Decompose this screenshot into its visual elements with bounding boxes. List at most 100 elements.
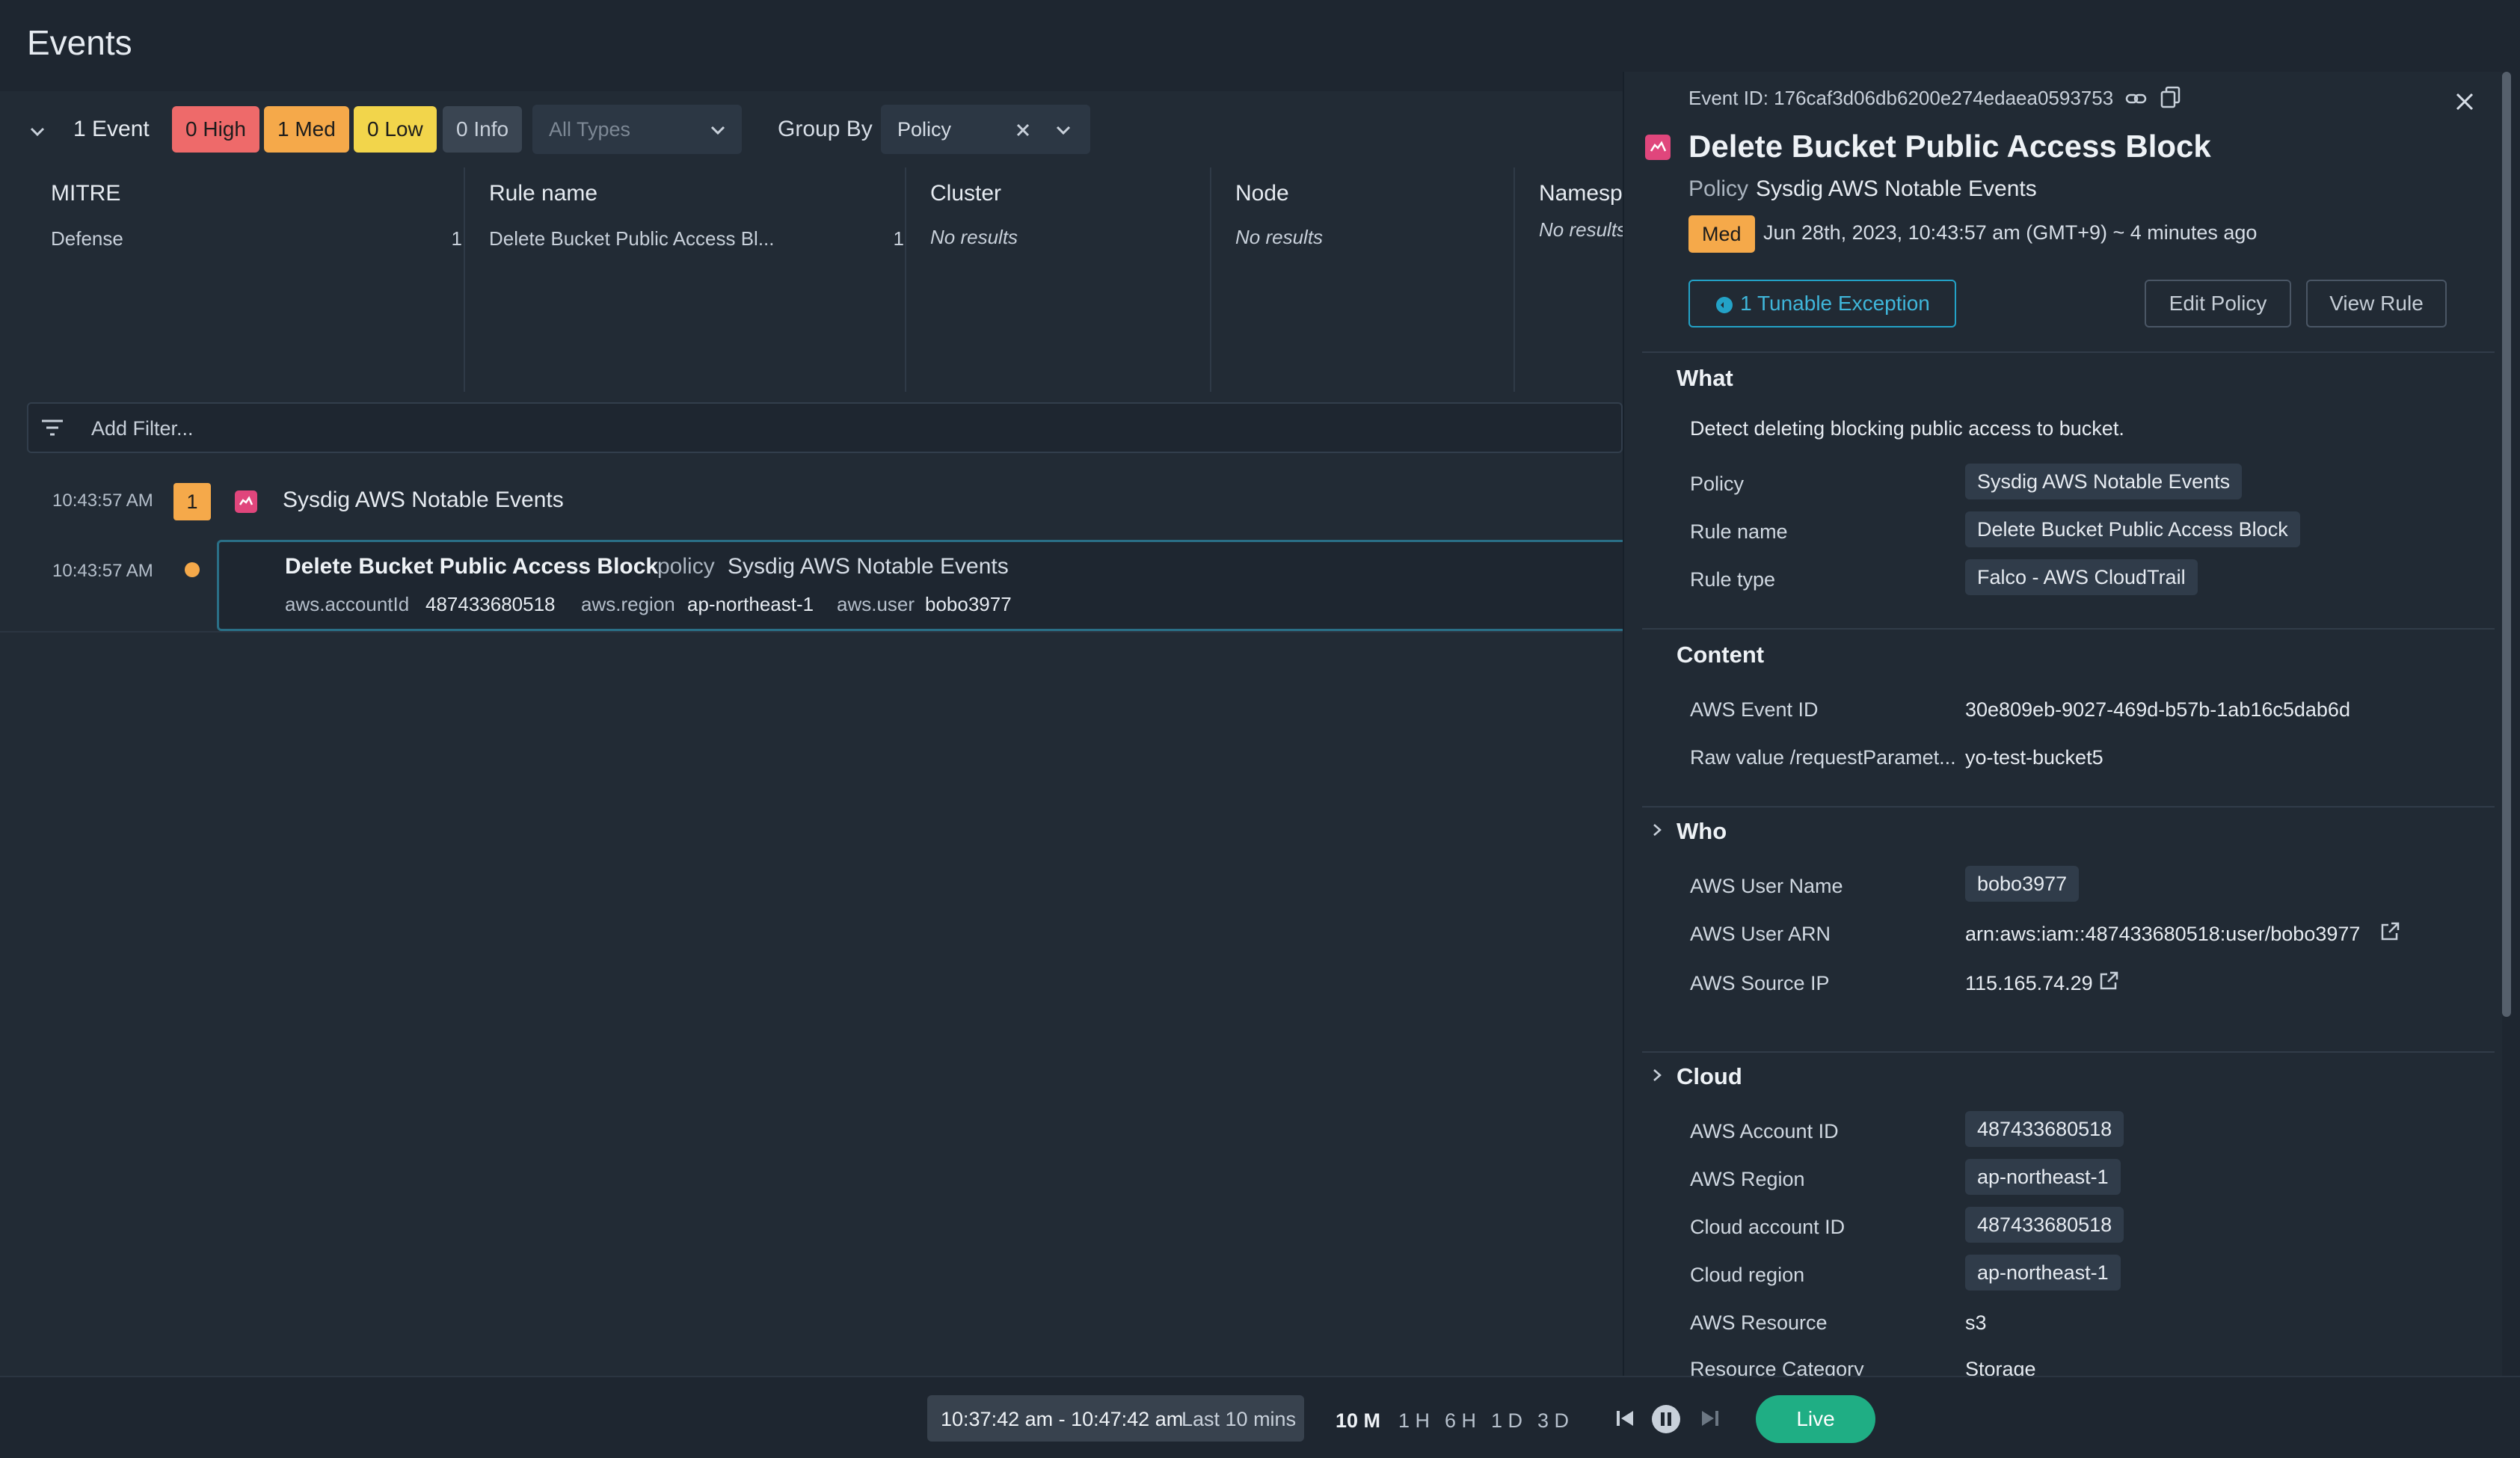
event-group-row[interactable]: 10:43:57 AM 1 Sysdig AWS Notable Events <box>0 471 1623 529</box>
section-who-title[interactable]: Who <box>1677 818 1727 845</box>
detail-label: AWS User Name <box>1690 875 1843 897</box>
copy-icon[interactable] <box>2160 85 2182 109</box>
live-button[interactable]: Live <box>1756 1395 1875 1443</box>
section-cloud-title[interactable]: Cloud <box>1677 1063 1742 1090</box>
pause-icon[interactable] <box>1651 1404 1681 1434</box>
column-title: Namesp <box>1539 181 1623 206</box>
column-divider <box>905 167 906 392</box>
column-divider <box>464 167 465 392</box>
chevron-down-icon[interactable] <box>1054 121 1072 139</box>
column-divider <box>1210 167 1211 392</box>
group-column-cluster: Cluster No results <box>930 181 1214 248</box>
detail-label: AWS Region <box>1690 1168 1805 1190</box>
drawer-policy-label: Policy <box>1688 176 1749 201</box>
view-rule-button[interactable]: View Rule <box>2306 280 2447 327</box>
type-filter-dropdown[interactable]: All Types <box>532 105 742 154</box>
section-divider <box>1642 1051 2495 1053</box>
severity-med-chip[interactable]: 1 Med <box>264 106 349 153</box>
filter-placeholder: Add Filter... <box>91 417 194 440</box>
drawer-policy-value: Sysdig AWS Notable Events <box>1756 176 2037 201</box>
group-by-select[interactable]: Policy <box>881 105 1090 154</box>
what-description: Detect deleting blocking public access t… <box>1690 417 2124 440</box>
tunable-exception-button[interactable]: 1 Tunable Exception <box>1688 280 1956 327</box>
collapse-chevron-icon[interactable] <box>28 123 46 141</box>
cloud-region-tag[interactable]: ap-northeast-1 <box>1965 1255 2121 1291</box>
section-content-title: Content <box>1677 642 1765 668</box>
event-item-time: 10:43:57 AM <box>52 561 153 581</box>
time-range-display[interactable]: 10:37:42 am - 10:47:42 am Last 10 mins <box>927 1395 1304 1442</box>
skip-forward-icon[interactable] <box>1699 1407 1721 1430</box>
skip-back-icon[interactable] <box>1614 1407 1636 1430</box>
no-results-text: No results <box>1235 226 1324 248</box>
no-results-text: No results <box>930 226 1018 248</box>
column-title: MITRE <box>51 181 121 206</box>
group-by-value: Policy <box>897 118 952 141</box>
group-column-rule-name: Rule name Delete Bucket Public Access Bl… <box>489 181 904 250</box>
column-divider <box>1513 167 1515 392</box>
page-title: Events <box>27 23 132 62</box>
severity-dot <box>185 562 200 577</box>
field-value: bobo3977 <box>925 593 1012 615</box>
chevron-right-icon[interactable] <box>1650 1068 1665 1083</box>
region-tag[interactable]: ap-northeast-1 <box>1965 1159 2121 1195</box>
drawer-scrollbar[interactable] <box>2502 72 2511 1017</box>
policy-icon <box>235 490 257 513</box>
chevron-right-icon[interactable] <box>1650 822 1665 837</box>
severity-low-chip[interactable]: 0 Low <box>354 106 437 153</box>
close-icon[interactable] <box>2454 91 2475 112</box>
section-divider <box>1642 351 2495 353</box>
detail-value: Storage <box>1965 1358 2036 1376</box>
tunable-exception-label: 1 Tunable Exception <box>1740 292 1930 315</box>
event-timestamp: Jun 28th, 2023, 10:43:57 am (GMT+9) ~ 4 … <box>1763 221 2258 244</box>
account-id-tag[interactable]: 487433680518 <box>1965 1111 2124 1147</box>
no-results-text: No results <box>1539 218 1624 241</box>
event-detail-drawer: Event ID: 176caf3d06db6200e274edaea05937… <box>1623 72 2502 1376</box>
severity-info-chip[interactable]: 0 Info <box>443 106 523 153</box>
event-card-selected[interactable]: Delete Bucket Public Access Block policy… <box>217 540 1623 631</box>
time-range-label: Last 10 mins <box>1181 1408 1297 1430</box>
drawer-title: Delete Bucket Public Access Block <box>1688 129 2211 164</box>
range-option-3d[interactable]: 3 D <box>1537 1409 1569 1433</box>
group-item[interactable]: Delete Bucket Public Access Bl... 1 <box>489 227 904 250</box>
detail-label: AWS Event ID <box>1690 698 1819 721</box>
detail-label: AWS User ARN <box>1690 923 1831 945</box>
rule-name-tag[interactable]: Delete Bucket Public Access Block <box>1965 511 2300 547</box>
edit-policy-button[interactable]: Edit Policy <box>2145 280 2291 327</box>
chevron-down-icon <box>710 126 725 135</box>
detail-value: s3 <box>1965 1311 1987 1334</box>
range-option-10m[interactable]: 10 M <box>1336 1409 1380 1433</box>
event-id: Event ID: 176caf3d06db6200e274edaea05937… <box>1688 87 2114 109</box>
filter-bar[interactable]: Add Filter... <box>27 402 1623 453</box>
external-link-icon[interactable] <box>2379 921 2400 942</box>
range-option-6h[interactable]: 6 H <box>1445 1409 1476 1433</box>
clear-icon[interactable] <box>1014 121 1032 139</box>
event-count: 1 Event <box>73 117 150 141</box>
detail-label: AWS Account ID <box>1690 1120 1839 1142</box>
policy-icon <box>1645 135 1671 160</box>
user-arn-link[interactable]: arn:aws:iam::487433680518:user/bobo3977 <box>1965 923 2360 946</box>
cloud-account-id-tag[interactable]: 487433680518 <box>1965 1207 2124 1243</box>
column-title: Node <box>1235 181 1289 206</box>
range-option-1d[interactable]: 1 D <box>1491 1409 1522 1433</box>
link-icon[interactable] <box>2125 88 2148 109</box>
event-group-count-badge: 1 <box>173 483 211 520</box>
type-filter-placeholder: All Types <box>549 118 631 141</box>
time-range: 10:37:42 am - 10:47:42 am <box>941 1408 1184 1430</box>
user-name-tag[interactable]: bobo3977 <box>1965 866 2080 902</box>
detail-value: 30e809eb-9027-469d-b57b-1ab16c5dab6d <box>1965 698 2350 721</box>
exception-icon <box>1716 296 1733 313</box>
source-ip-link[interactable]: 115.165.74.29 <box>1965 972 2093 995</box>
detail-label: AWS Source IP <box>1690 972 1830 994</box>
severity-high-chip[interactable]: 0 High <box>172 106 259 153</box>
detail-label: Cloud region <box>1690 1264 1805 1286</box>
external-link-icon[interactable] <box>2098 971 2119 991</box>
group-item[interactable]: Defense 1 <box>51 227 462 250</box>
range-option-1h[interactable]: 1 H <box>1398 1409 1430 1433</box>
section-divider <box>1642 628 2495 630</box>
rule-type-tag[interactable]: Falco - AWS CloudTrail <box>1965 559 2198 595</box>
detail-label: AWS Resource <box>1690 1311 1828 1334</box>
detail-label: Rule type <box>1690 568 1776 591</box>
group-item-count: 1 <box>893 227 904 250</box>
event-group-time: 10:43:57 AM <box>52 490 153 511</box>
policy-tag[interactable]: Sysdig AWS Notable Events <box>1965 464 2243 499</box>
